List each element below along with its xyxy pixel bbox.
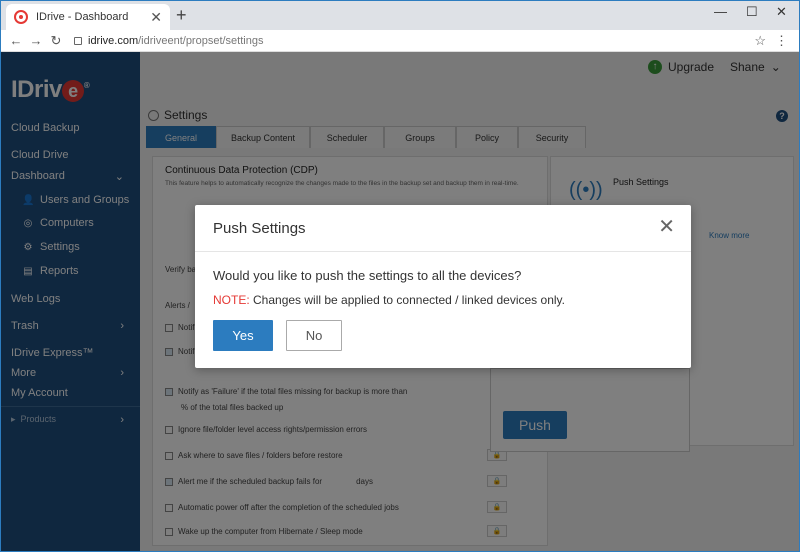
- browser-menu-icon[interactable]: ⋮: [775, 33, 788, 49]
- back-icon[interactable]: ←: [6, 33, 26, 48]
- no-button[interactable]: No: [286, 320, 342, 351]
- push-settings-dialog: Push Settings ✕ Would you like to push t…: [195, 205, 691, 368]
- dialog-note: NOTE: Changes will be applied to connect…: [213, 293, 565, 307]
- lock-icon: [74, 36, 82, 45]
- idrive-favicon-icon: [14, 10, 28, 24]
- new-tab-icon[interactable]: +: [176, 5, 187, 26]
- bookmark-star-icon[interactable]: ☆: [754, 33, 766, 49]
- dialog-question: Would you like to push the settings to a…: [213, 268, 522, 283]
- tab-title: IDrive - Dashboard: [36, 11, 129, 23]
- browser-tabbar: IDrive - Dashboard ✕ + — ☐ ✕: [0, 0, 800, 30]
- url-host: idrive.com: [88, 34, 139, 47]
- minimize-icon[interactable]: —: [714, 4, 727, 19]
- maximize-icon[interactable]: ☐: [746, 4, 758, 20]
- url-field[interactable]: idrive.com/idriveent/propset/settings: [74, 35, 263, 47]
- close-icon[interactable]: ✕: [658, 217, 675, 237]
- close-window-icon[interactable]: ✕: [776, 4, 787, 20]
- note-text: Changes will be applied to connected / l…: [249, 293, 565, 307]
- note-label: NOTE:: [213, 293, 250, 307]
- browser-tab[interactable]: IDrive - Dashboard ✕: [6, 4, 170, 30]
- tab-close-icon[interactable]: ✕: [150, 9, 162, 26]
- dialog-header: Push Settings ✕: [195, 205, 691, 252]
- reload-icon[interactable]: ↻: [46, 33, 66, 49]
- dialog-title: Push Settings: [213, 220, 306, 237]
- address-bar: ← → ↻ idrive.com/idriveent/propset/setti…: [0, 30, 800, 52]
- url-path: /idriveent/propset/settings: [138, 34, 264, 47]
- yes-button[interactable]: Yes: [213, 320, 273, 351]
- forward-icon[interactable]: →: [26, 33, 46, 48]
